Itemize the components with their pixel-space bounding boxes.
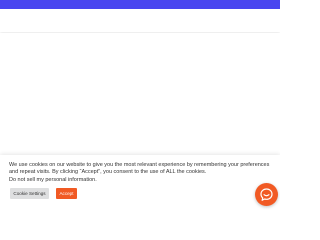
- do-not-sell-link[interactable]: Do not sell my personal information.: [9, 177, 97, 184]
- cookie-message: We use cookies on our website to give yo…: [9, 162, 270, 176]
- chat-launcher-button[interactable]: [255, 183, 278, 206]
- page: We use cookies on our website to give yo…: [0, 0, 280, 210]
- top-accent-bar: [0, 0, 280, 9]
- cookie-settings-button[interactable]: Cookie Settings: [10, 188, 49, 199]
- site-header: [0, 9, 280, 32]
- page-content-area: [0, 33, 280, 151]
- accept-cookies-button[interactable]: Accept: [56, 188, 77, 199]
- chat-bubble-icon: [260, 188, 273, 201]
- cookie-consent-banner: We use cookies on our website to give yo…: [0, 155, 280, 210]
